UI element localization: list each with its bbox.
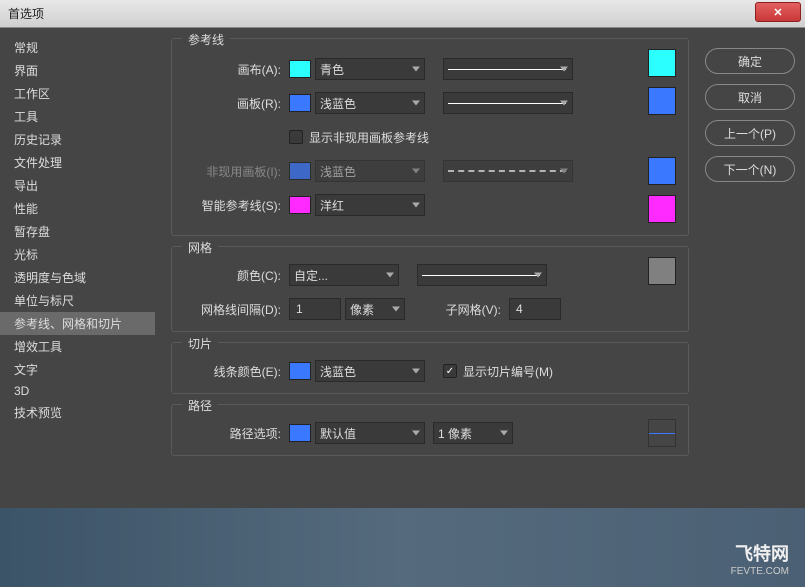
sidebar-item-0[interactable]: 常规 xyxy=(0,36,155,59)
sidebar-item-12[interactable]: 参考线、网格和切片 xyxy=(0,312,155,335)
slice-color-label: 线条颜色(E): xyxy=(186,363,281,380)
sidebar-item-6[interactable]: 导出 xyxy=(0,174,155,197)
path-section: 路径 路径选项: 默认值 1 像素 xyxy=(171,404,689,456)
sidebar-item-13[interactable]: 增效工具 xyxy=(0,335,155,358)
grid-style-select[interactable] xyxy=(417,264,547,286)
path-preview xyxy=(648,419,676,447)
artboard-swatch[interactable] xyxy=(289,94,311,112)
artboard-color-select[interactable]: 浅蓝色 xyxy=(315,92,425,114)
canvas-color-select[interactable]: 青色 xyxy=(315,58,425,80)
inactive-style-select xyxy=(443,160,573,182)
canvas-label: 画布(A): xyxy=(186,61,281,78)
grid-unit-select[interactable]: 像素 xyxy=(345,298,405,320)
sidebar: 常规界面工作区工具历史记录文件处理导出性能暂存盘光标透明度与色域单位与标尺参考线… xyxy=(0,28,155,508)
artboard-style-select[interactable] xyxy=(443,92,573,114)
slice-section: 切片 线条颜色(E): 浅蓝色 显示切片编号(M) xyxy=(171,342,689,394)
background-strip xyxy=(0,508,805,587)
sidebar-item-15[interactable]: 3D xyxy=(0,381,155,401)
grid-section: 网格 颜色(C): 自定... 网格线间隔(D): 像素 子网格(V): xyxy=(171,246,689,332)
grid-title: 网格 xyxy=(182,239,218,256)
prev-button[interactable]: 上一个(P) xyxy=(705,120,795,146)
sidebar-item-11[interactable]: 单位与标尺 xyxy=(0,289,155,312)
show-inactive-checkbox[interactable] xyxy=(289,130,303,144)
subgrid-label: 子网格(V): xyxy=(421,301,501,318)
content: 参考线 画布(A): 青色 画板(R): 浅蓝色 显示非现用画板参考线 xyxy=(155,28,705,508)
watermark: 飞特网 FEVTE.COM xyxy=(731,540,789,577)
guides-section: 参考线 画布(A): 青色 画板(R): 浅蓝色 显示非现用画板参考线 xyxy=(171,38,689,236)
path-color-select[interactable]: 默认值 xyxy=(315,422,425,444)
slice-num-label: 显示切片编号(M) xyxy=(463,363,553,380)
grid-spacing-input[interactable] xyxy=(289,298,341,320)
close-button[interactable] xyxy=(755,2,801,22)
next-button[interactable]: 下一个(N) xyxy=(705,156,795,182)
sidebar-item-10[interactable]: 透明度与色域 xyxy=(0,266,155,289)
path-swatch[interactable] xyxy=(289,424,311,442)
slice-color-select[interactable]: 浅蓝色 xyxy=(315,360,425,382)
sidebar-item-16[interactable]: 技术预览 xyxy=(0,401,155,424)
sidebar-item-1[interactable]: 界面 xyxy=(0,59,155,82)
canvas-swatch[interactable] xyxy=(289,60,311,78)
sidebar-item-8[interactable]: 暂存盘 xyxy=(0,220,155,243)
sidebar-item-7[interactable]: 性能 xyxy=(0,197,155,220)
path-width-select[interactable]: 1 像素 xyxy=(433,422,513,444)
sidebar-item-2[interactable]: 工作区 xyxy=(0,82,155,105)
grid-color-select[interactable]: 自定... xyxy=(289,264,399,286)
inactive-preview xyxy=(648,157,676,185)
sidebar-item-14[interactable]: 文字 xyxy=(0,358,155,381)
slice-title: 切片 xyxy=(182,335,218,352)
sidebar-item-3[interactable]: 工具 xyxy=(0,105,155,128)
sidebar-item-4[interactable]: 历史记录 xyxy=(0,128,155,151)
sidebar-item-5[interactable]: 文件处理 xyxy=(0,151,155,174)
smart-label: 智能参考线(S): xyxy=(186,197,281,214)
canvas-style-select[interactable] xyxy=(443,58,573,80)
inactive-color-select: 浅蓝色 xyxy=(315,160,425,182)
artboard-preview xyxy=(648,87,676,115)
cancel-button[interactable]: 取消 xyxy=(705,84,795,110)
guides-title: 参考线 xyxy=(182,31,230,48)
artboard-label: 画板(R): xyxy=(186,95,281,112)
grid-spacing-label: 网格线间隔(D): xyxy=(186,301,281,318)
ok-button[interactable]: 确定 xyxy=(705,48,795,74)
smart-swatch[interactable] xyxy=(289,196,311,214)
canvas-preview xyxy=(648,49,676,77)
inactive-swatch xyxy=(289,162,311,180)
subgrid-input[interactable] xyxy=(509,298,561,320)
show-inactive-label: 显示非现用画板参考线 xyxy=(309,129,429,146)
grid-preview xyxy=(648,257,676,285)
smart-preview xyxy=(648,195,676,223)
slice-num-checkbox[interactable] xyxy=(443,364,457,378)
slice-swatch[interactable] xyxy=(289,362,311,380)
grid-color-label: 颜色(C): xyxy=(186,267,281,284)
titlebar: 首选项 xyxy=(0,0,805,28)
sidebar-item-9[interactable]: 光标 xyxy=(0,243,155,266)
right-panel: 确定 取消 上一个(P) 下一个(N) xyxy=(705,28,805,508)
smart-color-select[interactable]: 洋红 xyxy=(315,194,425,216)
inactive-label: 非现用画板(I): xyxy=(186,163,281,180)
window-title: 首选项 xyxy=(8,5,44,22)
path-opt-label: 路径选项: xyxy=(186,425,281,442)
path-title: 路径 xyxy=(182,397,218,414)
main: 常规界面工作区工具历史记录文件处理导出性能暂存盘光标透明度与色域单位与标尺参考线… xyxy=(0,28,805,508)
